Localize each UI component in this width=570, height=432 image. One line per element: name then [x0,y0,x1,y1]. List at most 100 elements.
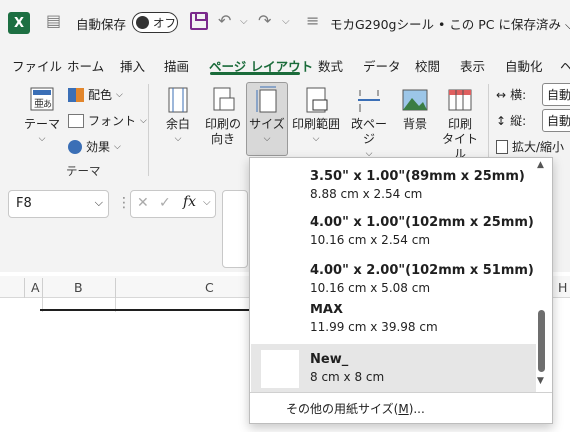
file-history-icon[interactable]: ▤ [46,11,61,30]
size-option[interactable]: 3.50" x 1.00"(89mm x 25mm) 8.88 cm x 2.5… [251,160,536,208]
themes-button[interactable]: 亜 あ テーマ ⌵ [20,86,64,147]
scroll-down-icon[interactable]: ▼ [537,376,544,386]
chevron-down-icon: ⌵ [174,134,182,144]
print-titles-button[interactable]: 印刷 タイトル [440,86,480,162]
paper-thumbnail [261,350,299,388]
orientation-label-1: 印刷の [204,117,241,131]
group-divider [148,84,149,176]
column-header-b[interactable]: B [74,280,83,295]
undo-icon[interactable]: ↶ [218,11,231,30]
size-option[interactable]: 4.00" x 1.00"(102mm x 25mm) 10.16 cm x 2… [251,208,536,254]
height-select[interactable]: 自動 [542,109,570,132]
column-header-a[interactable]: A [31,280,40,295]
breaks-button[interactable]: 改ページ ⌵ [346,86,392,162]
menu-divider [250,392,552,393]
menu-scrollbar[interactable]: ▲ ▼ [535,160,549,390]
size-option-name: 4.00" x 1.00"(102mm x 25mm) [310,215,534,230]
scrollbar-thumb[interactable] [538,310,545,372]
undo-dropdown-icon[interactable]: ⌵ [240,16,248,27]
formula-buttons: ✕ ✓ fx ⌵ [130,190,216,218]
tab-data[interactable]: データ [363,56,401,75]
margins-label: 余白 [165,117,190,131]
scale-group[interactable]: 拡大/縮小 [496,138,564,155]
tab-review[interactable]: 校閲 [415,56,440,75]
name-box-value: F8 [16,196,32,211]
chevron-down-icon: ⌵ [116,89,123,100]
width-arrows-icon: ↔ [496,87,507,102]
chevron-down-icon: ⌵ [114,141,121,152]
more-paper-sizes-link[interactable]: その他の用紙サイズ(M)... [286,400,425,417]
effects-button[interactable]: 効果 ⌵ [68,138,121,155]
print-area-button[interactable]: 印刷範囲 ⌵ [290,86,342,147]
width-select[interactable]: 自動 [542,83,570,106]
themes-label: テーマ [23,117,60,131]
size-option[interactable]: MAX 11.99 cm x 39.98 cm [251,304,536,342]
tab-draw[interactable]: 描画 [164,56,189,75]
column-header-h[interactable]: H [558,280,567,295]
width-label-group: ↔ 横: [496,86,526,103]
print-area-label: 印刷範囲 [291,117,340,131]
redo-dropdown-icon[interactable]: ⌵ [282,16,290,27]
column-divider [24,278,25,298]
fonts-button[interactable]: フォント ⌵ [68,112,147,129]
autosave-toggle[interactable]: オフ [132,12,178,33]
theme-group-label: テーマ [66,164,101,178]
cell-border [40,309,250,311]
customize-qat-icon[interactable]: ≡ [306,11,319,30]
size-option-selected[interactable]: New_ 8 cm x 8 cm [251,344,536,392]
tab-file[interactable]: ファイル [12,56,62,75]
tab-home[interactable]: ホーム [67,56,104,75]
scale-label: 拡大/縮小 [512,140,565,154]
size-label: サイズ [249,117,285,131]
size-option-name: New_ [310,352,349,367]
tab-automate[interactable]: 自動化 [505,56,543,75]
chevron-down-icon[interactable]: ⌵ [203,197,211,208]
background-button[interactable]: 背景 [398,86,432,132]
height-label: 縦: [510,114,527,128]
size-option-dimensions: 8.88 cm x 2.54 cm [310,187,423,201]
save-icon[interactable] [190,12,208,30]
more-options-icon[interactable]: ⋮ [117,195,131,211]
size-option[interactable]: 4.00" x 2.00"(102mm x 51mm) 10.16 cm x 5… [251,254,536,304]
chevron-down-icon: ⌵ [312,134,320,144]
tab-help[interactable]: ヘ [560,56,570,75]
svg-text:あ: あ [43,99,52,110]
size-option-dimensions: 10.16 cm x 5.08 cm [310,281,431,295]
colors-button[interactable]: 配色 ⌵ [68,86,123,103]
active-tab-indicator [210,72,300,75]
size-button-content[interactable]: サイズ ⌵ [247,86,287,147]
width-label: 横: [510,88,527,102]
column-divider [115,278,116,298]
formula-input[interactable] [222,190,248,268]
column-divider [42,278,43,298]
background-label: 背景 [402,117,427,131]
name-box[interactable]: F8 ⌵ [8,190,109,218]
enter-icon[interactable]: ✓ [159,195,171,211]
colors-label: 配色 [88,88,113,102]
redo-icon[interactable]: ↷ [258,11,271,30]
print-area-icon [306,87,328,113]
tab-insert[interactable]: 挿入 [120,56,145,75]
column-header-c[interactable]: C [205,280,214,295]
scale-icon [496,139,508,154]
print-titles-label-1: 印刷 [447,117,472,131]
paper-size-icon [256,86,277,113]
chevron-down-icon[interactable]: ⌵ [95,196,103,210]
margins-button[interactable]: 余白 ⌵ [160,86,196,147]
paper-size-menu: 3.50" x 1.00"(89mm x 25mm) 8.88 cm x 2.5… [249,157,553,424]
more-sizes-text: その他の用紙サイズ( [286,402,399,416]
fonts-label: フォント [88,114,137,128]
insert-function-icon[interactable]: fx [183,194,196,210]
chevron-down-icon: ⌵ [38,134,46,144]
height-arrows-icon: ↕ [496,113,507,128]
effects-icon [68,139,82,154]
tab-formulas[interactable]: 数式 [318,56,343,75]
tab-view[interactable]: 表示 [460,56,485,75]
orientation-button[interactable]: 印刷の 向き [202,86,244,147]
document-title[interactable]: モカG290gシール • この PC に保存済み ⌵ [330,14,570,33]
cancel-icon[interactable]: ✕ [137,195,149,211]
chevron-down-icon: ⌵ [263,134,271,144]
palette-icon [68,87,84,102]
autosave-state: オフ [153,16,176,30]
scroll-up-icon[interactable]: ▲ [537,160,544,170]
